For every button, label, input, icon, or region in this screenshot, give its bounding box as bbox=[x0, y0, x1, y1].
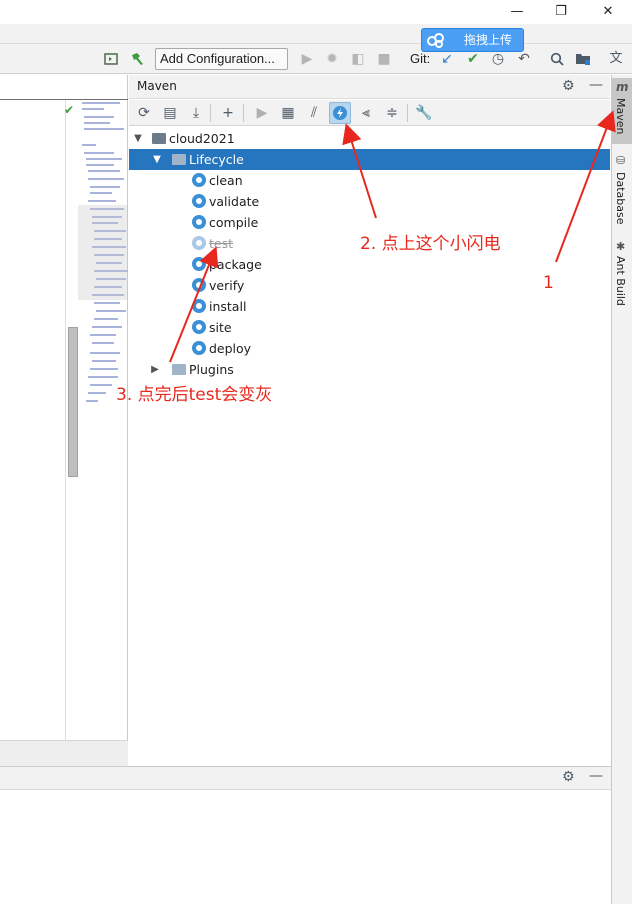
arrow-step1 bbox=[555, 110, 616, 263]
arrow-step3 bbox=[169, 246, 219, 363]
annotation-step3: 3. 点完后test会变灰 bbox=[116, 385, 273, 405]
arrow-step2 bbox=[342, 123, 377, 219]
annotation-step1: 1 bbox=[543, 273, 554, 293]
annotation-arrows bbox=[169, 110, 616, 363]
annotation-step2: 2. 点上这个小闪电 bbox=[360, 234, 501, 254]
